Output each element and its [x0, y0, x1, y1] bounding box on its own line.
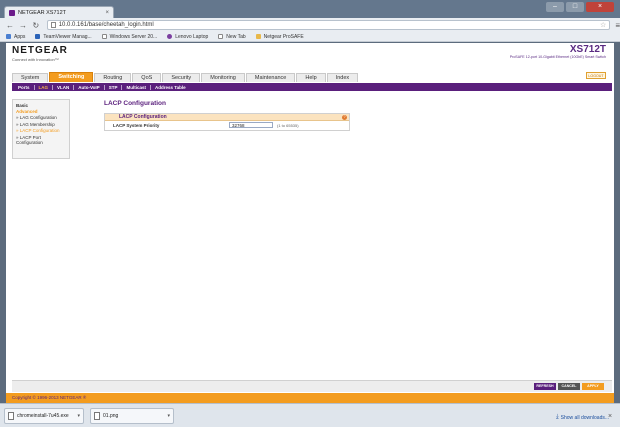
- subnav-divider: [121, 84, 123, 90]
- show-all-downloads-link[interactable]: ⤓ Show all downloads...: [556, 414, 609, 421]
- close-downloads-icon[interactable]: ×: [608, 413, 612, 420]
- browser-menu-icon[interactable]: ≡: [615, 21, 620, 30]
- lacp-priority-row: LACP System Priority (1 to 65535): [105, 121, 349, 130]
- subnav-divider: [149, 84, 151, 90]
- subtab-lag[interactable]: LAG: [39, 85, 49, 90]
- forward-icon[interactable]: →: [19, 21, 27, 30]
- logout-button[interactable]: LOGOUT: [586, 72, 606, 79]
- subnav-divider: [33, 84, 35, 90]
- teamviewer-icon: [35, 34, 41, 39]
- bookmark-lenovo[interactable]: Lenovo Laptop: [167, 34, 208, 40]
- model-description: ProSAFE 12-port 10-Gigabit Ethernet (10G…: [509, 55, 606, 59]
- subtab-vlan[interactable]: VLAN: [57, 85, 69, 90]
- reload-icon[interactable]: ↻: [32, 21, 40, 30]
- maximize-icon[interactable]: □: [566, 2, 584, 12]
- tab-qos[interactable]: QoS: [132, 73, 162, 82]
- subtab-multicast[interactable]: Multicast: [126, 85, 146, 90]
- sidebar-basic[interactable]: Basic: [16, 103, 66, 108]
- switch-web-ui: NETGEAR Connect with Innovation™ XS712T …: [6, 43, 614, 427]
- sidebar-item-lacp-port-configuration[interactable]: » LACP Port Configuration: [16, 135, 66, 146]
- action-bar: REFRESH CANCEL APPLY: [12, 380, 612, 392]
- bookmark-apps[interactable]: Apps: [6, 34, 25, 40]
- bookmark-star-icon[interactable]: ☆: [600, 21, 606, 29]
- minimize-icon[interactable]: –: [546, 2, 564, 12]
- bookmarks-bar: Apps TeamViewer Manag... Windows Server …: [0, 32, 620, 42]
- tab-security[interactable]: Security: [162, 73, 201, 82]
- sidebar-item-lag-membership[interactable]: » LAG Membership: [16, 122, 66, 128]
- cancel-button[interactable]: CANCEL: [558, 383, 580, 390]
- bookmark-netgear-prosafe[interactable]: Netgear ProSAFE: [255, 34, 304, 40]
- page-title: LACP Configuration: [104, 100, 166, 107]
- apps-icon: [6, 34, 11, 39]
- copyright: Copyright © 1996-2013 NETGEAR ®: [6, 393, 614, 403]
- help-icon[interactable]: ?: [342, 115, 347, 120]
- tab-routing[interactable]: Routing: [94, 73, 132, 82]
- lacp-priority-input[interactable]: [229, 122, 273, 128]
- sub-nav: Ports LAG VLAN Auto-VoIP STP Multicast A…: [12, 83, 612, 91]
- close-window-icon[interactable]: ×: [586, 2, 614, 12]
- chevron-down-icon[interactable]: ▾: [77, 413, 80, 419]
- file-icon: [8, 412, 14, 420]
- tab-index[interactable]: Index: [326, 73, 359, 82]
- subnav-divider: [73, 84, 75, 90]
- tab-switching[interactable]: Switching: [49, 72, 94, 82]
- subnav-divider: [103, 84, 105, 90]
- subtab-ports[interactable]: Ports: [18, 85, 30, 90]
- lenovo-icon: [167, 34, 173, 39]
- subtab-auto-voip[interactable]: Auto-VoIP: [78, 85, 99, 90]
- panel-header: LACP Configuration ?: [105, 114, 349, 121]
- chevron-down-icon[interactable]: ▾: [167, 413, 170, 419]
- downloads-bar: chromeinstall-7u45.exe ▾ 01.png ▾ ⤓ Show…: [0, 403, 620, 427]
- tab-system[interactable]: System: [12, 73, 49, 82]
- tab-maintenance[interactable]: Maintenance: [245, 73, 296, 82]
- netgear-favicon-icon: [9, 9, 15, 16]
- close-tab-icon[interactable]: ×: [105, 10, 109, 16]
- sidebar-item-lag-configuration[interactable]: » LAG Configuration: [16, 115, 66, 121]
- page-icon: [101, 34, 107, 39]
- tab-monitoring[interactable]: Monitoring: [201, 73, 245, 82]
- page-icon: [50, 22, 56, 28]
- refresh-button[interactable]: REFRESH: [534, 383, 556, 390]
- url-text: 10.0.0.161/base/cheetah_login.html: [58, 22, 154, 28]
- lacp-priority-range: (1 to 65535): [277, 123, 299, 128]
- window-titlebar: NETGEAR XS712T × – □ ×: [0, 0, 620, 18]
- browser-tab[interactable]: NETGEAR XS712T ×: [4, 6, 114, 18]
- netgear-logo: NETGEAR: [12, 45, 68, 56]
- tagline: Connect with Innovation™: [12, 57, 59, 62]
- brand: NETGEAR Connect with Innovation™: [12, 45, 68, 62]
- address-bar[interactable]: 10.0.0.161/base/cheetah_login.html ☆: [46, 20, 611, 30]
- tab-title: NETGEAR XS712T: [18, 9, 66, 16]
- sidebar-advanced[interactable]: Advanced: [16, 109, 66, 114]
- apply-button[interactable]: APPLY: [582, 383, 604, 390]
- model-name: XS712T: [569, 44, 606, 55]
- download-item[interactable]: chromeinstall-7u45.exe ▾: [4, 408, 84, 424]
- subtab-address-table[interactable]: Address Table: [155, 85, 186, 90]
- show-all-label: Show all downloads...: [560, 414, 610, 421]
- download-arrow-icon: ⤓: [556, 414, 559, 420]
- subnav-divider: [52, 84, 54, 90]
- lacp-config-panel: LACP Configuration ? LACP System Priorit…: [104, 113, 350, 131]
- bookmark-windows-server[interactable]: Windows Server 20...: [101, 34, 157, 40]
- panel-title: LACP Configuration: [119, 114, 167, 120]
- browser-toolbar: ← → ↻ 10.0.0.161/base/cheetah_login.html…: [0, 18, 620, 32]
- lacp-priority-label: LACP System Priority: [113, 123, 160, 128]
- window-controls: – □ ×: [546, 2, 614, 12]
- file-icon: [94, 412, 100, 420]
- back-icon[interactable]: ←: [6, 21, 14, 30]
- tab-help[interactable]: Help: [296, 73, 326, 82]
- subtab-stp[interactable]: STP: [109, 85, 118, 90]
- bookmark-teamviewer[interactable]: TeamViewer Manag...: [35, 34, 92, 40]
- page-icon: [218, 34, 224, 39]
- folder-icon: [255, 34, 261, 39]
- bookmark-new-tab[interactable]: New Tab: [218, 34, 246, 40]
- main-nav: System Switching Routing QoS Security Mo…: [12, 72, 359, 82]
- sidebar: Basic Advanced » LAG Configuration » LAG…: [12, 99, 70, 159]
- download-item[interactable]: 01.png ▾: [90, 408, 174, 424]
- download-filename: chromeinstall-7u45.exe: [17, 413, 69, 419]
- sidebar-item-lacp-configuration[interactable]: » LACP Configuration: [16, 128, 66, 134]
- download-filename: 01.png: [103, 413, 119, 419]
